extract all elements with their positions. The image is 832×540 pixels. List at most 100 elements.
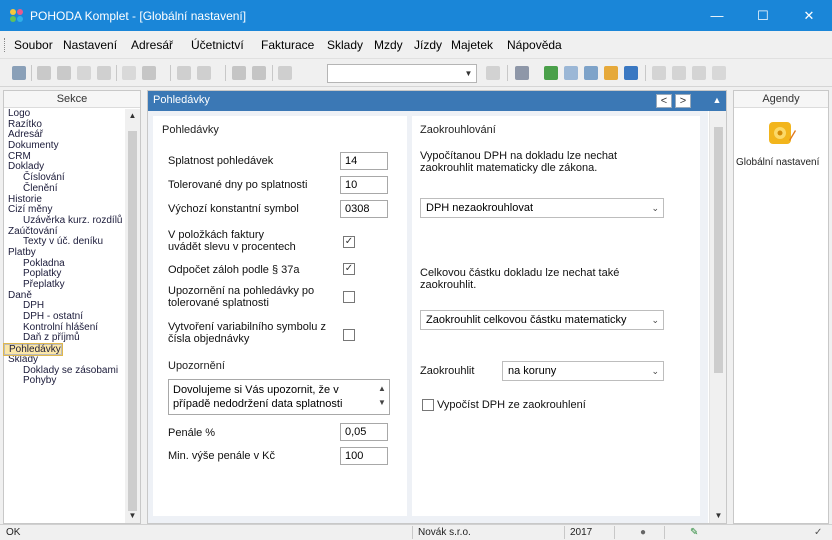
- scroll-up-icon[interactable]: ▲: [125, 109, 140, 123]
- copy-icon[interactable]: [57, 66, 71, 80]
- chevron-down-icon: ⌄: [651, 366, 659, 376]
- status-separator: [564, 526, 565, 539]
- next-button[interactable]: >: [675, 94, 691, 108]
- panel-scrollbar[interactable]: ▼: [709, 111, 726, 523]
- panel-header: Pohledávky < > ▲: [148, 91, 726, 111]
- table-icon[interactable]: [564, 66, 578, 80]
- save-as-icon[interactable]: [252, 66, 266, 80]
- chevron-down-icon[interactable]: ▼: [462, 66, 475, 81]
- window-title: POHODA Komplet - [Globální nastavení]: [30, 9, 247, 23]
- network-icon: ●: [640, 527, 647, 538]
- toolbar-separator: [31, 65, 32, 81]
- menu-soubor[interactable]: Soubor: [14, 38, 53, 52]
- upozorneni-text-line2: případě nedodržení data splatnosti: [173, 398, 343, 410]
- dph-rounding-select[interactable]: DPH nezaokrouhlovat ⌄: [420, 198, 664, 218]
- sekce-item[interactable]: Členění: [4, 183, 125, 195]
- toolbar: ▼: [0, 59, 832, 87]
- vs-checkbox[interactable]: [343, 329, 355, 341]
- menu-jizdy[interactable]: Jízdy: [414, 38, 442, 52]
- zaokrouhlit-label: Zaokrouhlit: [420, 365, 475, 377]
- sekce-item[interactable]: Sklady: [4, 354, 125, 366]
- toolbar-separator: [645, 65, 646, 81]
- scroll-down-icon[interactable]: ▼: [710, 509, 727, 523]
- upozorneni-checkbox[interactable]: [343, 291, 355, 303]
- menu-ucetnictvi[interactable]: Účetnictví: [191, 38, 244, 52]
- pohledavky-section: Pohledávky Splatnost pohledávek 14 Toler…: [153, 116, 407, 516]
- menu-fakturace[interactable]: Fakturace: [261, 38, 314, 52]
- penale-input[interactable]: 0,05: [340, 423, 388, 441]
- calculator-icon[interactable]: [584, 66, 598, 80]
- upozorneni-textarea[interactable]: Dovolujeme si Vás upozornit, že v případ…: [168, 379, 390, 415]
- menu-grip-icon[interactable]: [4, 38, 7, 52]
- clipboard-icon[interactable]: [278, 66, 292, 80]
- konstantni-symbol-input[interactable]: 0308: [340, 200, 388, 218]
- sekce-item[interactable]: Pohyby: [4, 375, 125, 387]
- minimize-button[interactable]: —: [694, 0, 740, 31]
- zaokrouhlit-select[interactable]: na koruny ⌄: [502, 361, 664, 381]
- prev-button[interactable]: <: [656, 94, 672, 108]
- close-button[interactable]: ✕: [786, 0, 832, 31]
- menu-majetek[interactable]: Majetek: [451, 38, 493, 52]
- sekce-scrollbar[interactable]: ▲ ▼: [125, 109, 140, 523]
- scroll-thumb[interactable]: [128, 131, 137, 511]
- pohledavky-panel: Pohledávky < > ▲ Pohledávky Splatnost po…: [147, 90, 727, 524]
- min-penale-input[interactable]: 100: [340, 447, 388, 465]
- link-icon[interactable]: [544, 66, 558, 80]
- grid-icon[interactable]: [672, 66, 686, 80]
- iban-icon[interactable]: [624, 66, 638, 80]
- filter-icon[interactable]: [486, 66, 500, 80]
- record-icon[interactable]: [12, 66, 26, 80]
- preview-icon[interactable]: [77, 66, 91, 80]
- menu-nastaveni[interactable]: Nastavení: [63, 38, 117, 52]
- zaokrouhlovani-section: Zaokrouhlování Vypočítanou DPH na doklad…: [412, 116, 700, 516]
- menu-napoveda[interactable]: Nápověda: [507, 38, 562, 52]
- folder-icon[interactable]: [515, 66, 529, 80]
- vypocist-dph-checkbox[interactable]: [422, 399, 434, 411]
- odpocet-checkbox[interactable]: ✓: [343, 263, 355, 275]
- sleva-checkbox[interactable]: ✓: [343, 236, 355, 248]
- save-icon[interactable]: [232, 66, 246, 80]
- status-separator: [412, 526, 413, 539]
- sleva-label-line2: uvádět slevu v procentech: [168, 241, 296, 253]
- maximize-button[interactable]: ☐: [740, 0, 786, 31]
- menu-adresar[interactable]: Adresář: [131, 38, 173, 52]
- upozorneni-text-line1: Dovolujeme si Vás upozornit, že v: [173, 384, 339, 396]
- toolbar-combo[interactable]: ▼: [327, 64, 477, 83]
- zaokrouhlit-value: na koruny: [508, 365, 557, 377]
- status-text: OK: [6, 527, 21, 538]
- scroll-down-icon[interactable]: ▼: [125, 509, 140, 523]
- forward-icon[interactable]: [197, 66, 211, 80]
- agendy-header: Agendy: [734, 91, 828, 108]
- users-icon[interactable]: [604, 66, 618, 80]
- sekce-item[interactable]: Uzávěrka kurz. rozdílů: [4, 215, 125, 227]
- back-icon[interactable]: [177, 66, 191, 80]
- list-icon[interactable]: [652, 66, 666, 80]
- help-icon[interactable]: [712, 66, 726, 80]
- scroll-up-icon[interactable]: ▲: [709, 94, 725, 108]
- celkova-rounding-select[interactable]: Zaokrouhlit celkovou částku matematicky …: [420, 310, 664, 330]
- textarea-scroll-icon[interactable]: ▲ ▼: [377, 382, 387, 410]
- print-icon[interactable]: [97, 66, 111, 80]
- global-settings-icon[interactable]: [767, 118, 797, 148]
- celkova-text-line2: zaokrouhlit.: [420, 279, 477, 291]
- toolbar-separator: [225, 65, 226, 81]
- send-icon[interactable]: [142, 66, 156, 80]
- menu-bar: Soubor Nastavení Adresář Účetnictví Fakt…: [0, 31, 832, 59]
- splatnost-label: Splatnost pohledávek: [168, 155, 274, 167]
- tolerovane-input[interactable]: 10: [340, 176, 388, 194]
- vypocist-dph-label: Vypočíst DPH ze zaokrouhlení: [437, 399, 586, 411]
- agendy-panel: Agendy Globální nastavení: [733, 90, 829, 524]
- upozorneni-title: Upozornění: [168, 360, 225, 372]
- document-icon[interactable]: [122, 66, 136, 80]
- toolbar-separator: [170, 65, 171, 81]
- scroll-thumb[interactable]: [714, 127, 723, 373]
- new-icon[interactable]: [37, 66, 51, 80]
- detail-icon[interactable]: [692, 66, 706, 80]
- agendy-item-label[interactable]: Globální nastavení: [736, 157, 832, 168]
- splatnost-input[interactable]: 14: [340, 152, 388, 170]
- menu-mzdy[interactable]: Mzdy: [374, 38, 403, 52]
- menu-sklady[interactable]: Sklady: [327, 38, 363, 52]
- panel-title: Pohledávky: [153, 94, 210, 106]
- status-company: Novák s.r.o.: [418, 527, 471, 538]
- sekce-item-selected[interactable]: Pohledávky: [3, 343, 63, 356]
